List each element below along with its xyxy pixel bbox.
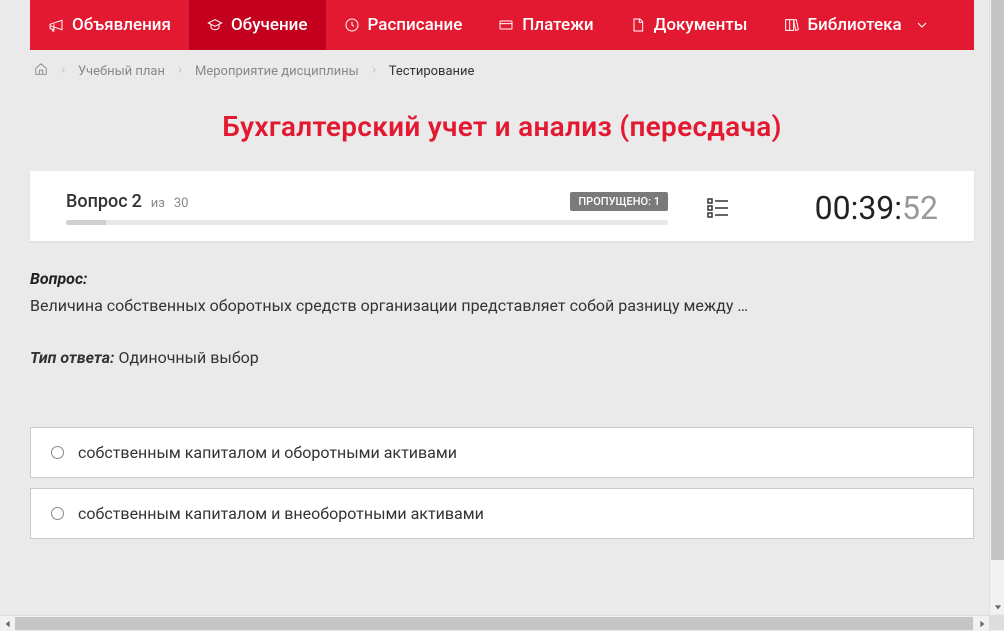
page-title: Бухгалтерский учет и анализ (пересдача) <box>0 110 1004 143</box>
vertical-scrollbar[interactable] <box>989 0 1004 614</box>
question-total: 30 <box>174 196 189 211</box>
options-list: собственным капиталом и оборотными актив… <box>30 427 974 539</box>
chevron-right-icon <box>175 64 185 79</box>
answer-type-label: Тип ответа: <box>30 348 114 367</box>
main-navbar: Объявления Обучение Расписание Платежи Д… <box>30 0 974 50</box>
question-of: из <box>151 196 165 211</box>
scroll-down-arrow[interactable] <box>990 599 1004 614</box>
nav-library[interactable]: Библиотека <box>765 0 947 50</box>
question-prefix: Вопрос <box>66 191 128 212</box>
option-1[interactable]: собственным капиталом и оборотными актив… <box>30 427 974 478</box>
option-1-text: собственным капиталом и оборотными актив… <box>78 443 457 462</box>
question-list-button[interactable] <box>688 196 748 220</box>
radio-icon[interactable] <box>51 507 64 520</box>
library-icon <box>783 17 799 33</box>
breadcrumb: Учебный план Мероприятие дисциплины Тест… <box>0 50 1004 92</box>
question-block: Вопрос: Величина собственных оборотных с… <box>30 269 974 318</box>
nav-announcements-label: Объявления <box>72 15 171 35</box>
content-area: Вопрос: Величина собственных оборотных с… <box>30 269 974 539</box>
clock-icon <box>344 17 360 33</box>
vertical-scroll-thumb[interactable] <box>991 0 1004 560</box>
chevron-down-icon <box>914 17 930 33</box>
nav-education[interactable]: Обучение <box>189 0 326 50</box>
option-2[interactable]: собственным капиталом и внеоборотными ак… <box>30 488 974 539</box>
scroll-left-arrow[interactable] <box>0 616 15 631</box>
scroll-right-arrow[interactable] <box>974 616 989 631</box>
skipped-count: 1 <box>654 195 660 208</box>
education-icon <box>207 17 223 33</box>
home-icon[interactable] <box>34 62 48 80</box>
nav-schedule-label: Расписание <box>368 15 463 35</box>
timer: 00:39:52 <box>768 189 938 227</box>
progress-track <box>66 220 668 225</box>
breadcrumb-discipline-event[interactable]: Мероприятие дисциплины <box>195 64 359 79</box>
document-icon <box>630 17 646 33</box>
question-progress: Вопрос 2 из 30 ПРОПУЩЕНО: 1 <box>66 191 668 225</box>
skipped-label: ПРОПУЩЕНО: <box>578 195 651 208</box>
nav-documents-label: Документы <box>654 15 748 35</box>
nav-schedule[interactable]: Расписание <box>326 0 481 50</box>
horizontal-scrollbar[interactable] <box>0 615 989 630</box>
scrollbar-corner <box>989 615 1004 630</box>
question-label: Вопрос: <box>30 269 974 288</box>
timer-seconds: 52 <box>902 189 938 227</box>
answer-type-value: Одиночный выбор <box>118 348 258 367</box>
nav-announcements[interactable]: Объявления <box>30 0 189 50</box>
progress-fill <box>66 220 106 225</box>
card-icon <box>498 17 514 33</box>
nav-education-label: Обучение <box>231 15 308 35</box>
status-bar: Вопрос 2 из 30 ПРОПУЩЕНО: 1 00:39:52 <box>30 171 974 241</box>
horizontal-scroll-thumb[interactable] <box>15 617 973 630</box>
skipped-badge: ПРОПУЩЕНО: 1 <box>570 192 668 211</box>
chevron-right-icon <box>369 64 379 79</box>
question-text: Величина собственных оборотных средств о… <box>30 294 974 318</box>
answer-type-row: Тип ответа: Одиночный выбор <box>30 348 974 367</box>
breadcrumb-testing: Тестирование <box>389 64 475 79</box>
option-2-text: собственным капиталом и внеоборотными ак… <box>78 504 484 523</box>
question-number: 2 <box>132 191 142 212</box>
megaphone-icon <box>48 17 64 33</box>
radio-icon[interactable] <box>51 446 64 459</box>
breadcrumb-curriculum[interactable]: Учебный план <box>78 64 165 79</box>
nav-documents[interactable]: Документы <box>612 0 766 50</box>
nav-payments-label: Платежи <box>522 15 593 35</box>
chevron-right-icon <box>58 64 68 79</box>
nav-library-label: Библиотека <box>807 15 901 35</box>
nav-payments[interactable]: Платежи <box>480 0 611 50</box>
timer-main: 00:39: <box>815 189 902 227</box>
